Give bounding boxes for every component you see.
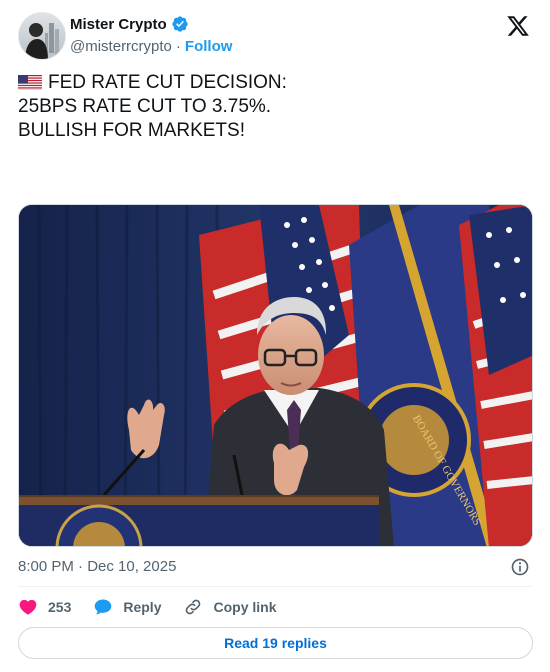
x-logo-icon[interactable] — [506, 14, 530, 38]
avatar-image — [19, 13, 65, 59]
heart-icon — [19, 599, 37, 615]
avatar[interactable] — [18, 12, 66, 60]
follow-button[interactable]: Follow — [185, 38, 233, 55]
like-count: 253 — [48, 599, 72, 615]
tweet-card: Mister Crypto @misterrcrypto · Follow FE… — [0, 0, 550, 672]
reply-label: Reply — [123, 599, 162, 615]
reply-button[interactable]: Reply — [93, 597, 161, 617]
read-replies-button[interactable]: Read 19 replies — [18, 627, 533, 659]
handle-separator: · — [175, 38, 181, 55]
reply-bubble-icon — [95, 599, 112, 615]
author-handle-line: @misterrcrypto · Follow — [70, 38, 232, 55]
tweet-line-2: 25BPS RATE CUT TO 3.75%. — [18, 96, 272, 117]
tweet-headline: FED RATE CUT DECISION: — [48, 72, 287, 93]
tweet-header: Mister Crypto @misterrcrypto · Follow — [18, 12, 536, 60]
link-icon — [186, 599, 201, 615]
copy-link-button[interactable]: Copy link — [183, 597, 277, 617]
author-handle[interactable]: @misterrcrypto — [70, 38, 172, 55]
author-display-name[interactable]: Mister Crypto — [70, 16, 167, 33]
like-button[interactable]: 253 — [18, 597, 71, 617]
tweet-text: FED RATE CUT DECISION: 25BPS RATE CUT TO… — [18, 71, 532, 143]
us-flag-icon — [18, 74, 42, 90]
tweet-media-photo[interactable]: BOARD OF GOVERNORS — [18, 204, 533, 547]
tweet-line-3: BULLISH FOR MARKETS! — [18, 120, 245, 141]
press-conference-photo: BOARD OF GOVERNORS — [19, 205, 532, 546]
verified-badge-icon — [172, 16, 188, 32]
info-icon[interactable] — [510, 557, 530, 577]
tweet-actions: 253 Reply Copy link — [18, 596, 299, 618]
divider — [18, 586, 532, 587]
author-name-line: Mister Crypto — [70, 15, 189, 33]
tweet-timestamp[interactable]: 8:00 PM · Dec 10, 2025 — [18, 558, 176, 575]
copy-link-label: Copy link — [213, 599, 277, 615]
tweet-line-1: FED RATE CUT DECISION: — [18, 71, 532, 95]
